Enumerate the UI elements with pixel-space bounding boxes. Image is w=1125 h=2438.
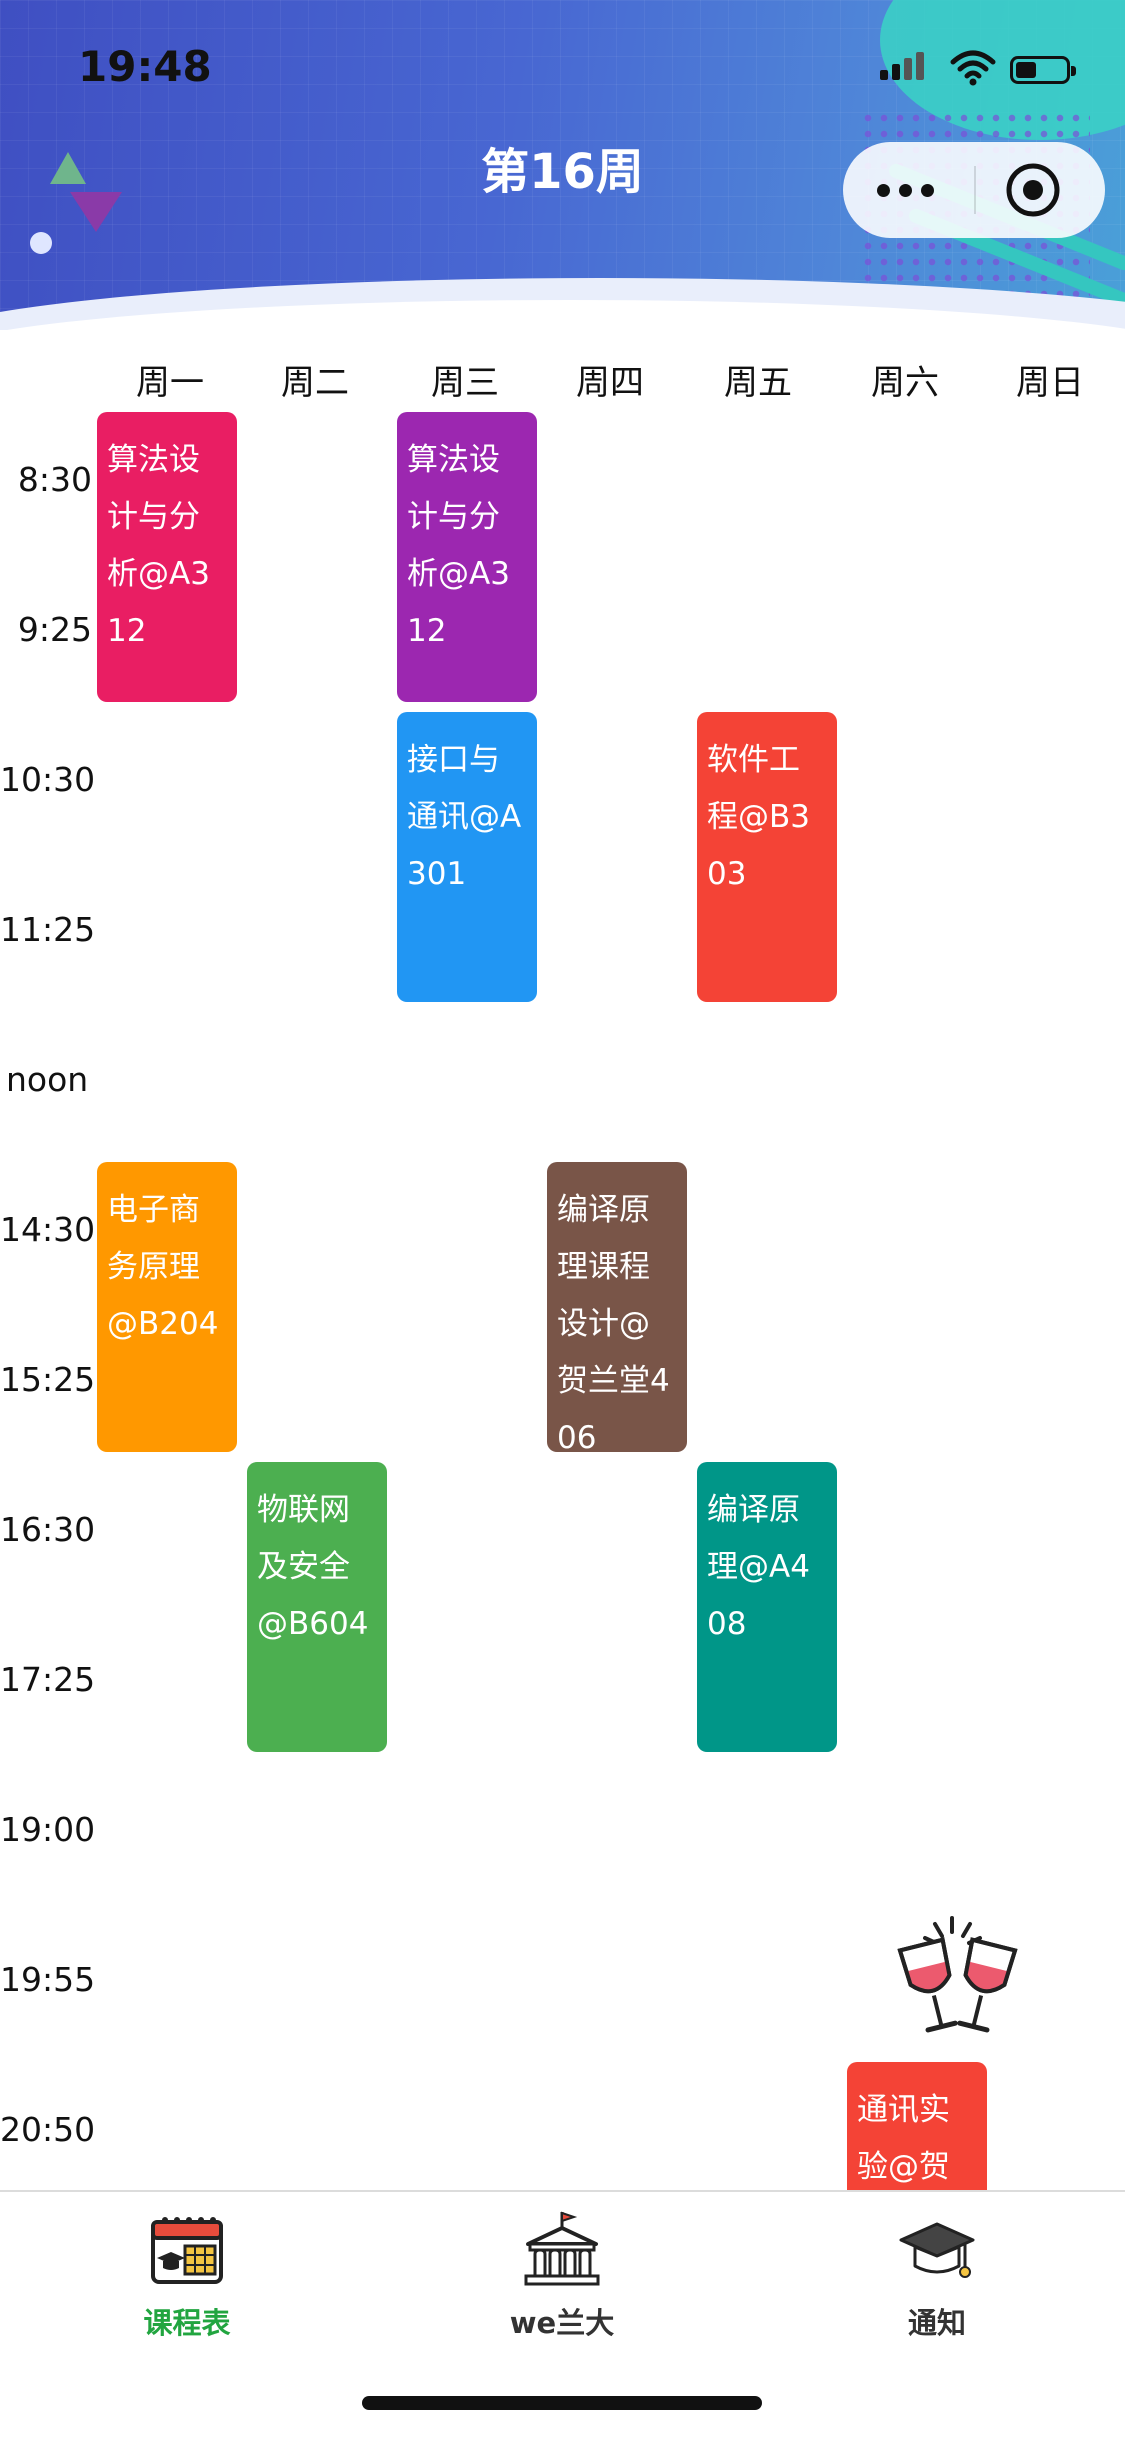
day-header-mon: 周一 [136, 363, 204, 403]
mini-program-capsule [843, 142, 1105, 238]
course-block[interactable]: 软件工程@B303 [697, 712, 837, 1002]
capsule-divider [974, 166, 976, 214]
tab-we-landa-label: we兰大 [509, 2306, 615, 2340]
day-header-sat: 周六 [871, 363, 939, 403]
time-label: 19:00 [0, 1810, 96, 1849]
tab-timetable-label: 课程表 [143, 2306, 231, 2340]
time-label-noon: noon [6, 1060, 89, 1099]
course-block[interactable]: 算法设计与分析@A312 [397, 412, 537, 702]
day-header-tue: 周二 [281, 363, 349, 403]
home-indicator [362, 2396, 762, 2410]
calendar-icon [151, 2217, 223, 2284]
tab-timetable[interactable]: 课程表 [87, 2210, 287, 2342]
more-options-icon[interactable] [873, 170, 953, 210]
time-label: 8:30 [17, 460, 92, 499]
course-block[interactable]: 算法设计与分析@A312 [97, 412, 237, 702]
time-label: 16:30 [0, 1510, 96, 1549]
tab-notice-label: 通知 [907, 2306, 966, 2340]
time-label: 11:25 [0, 910, 96, 949]
close-mini-program-icon[interactable] [1005, 162, 1061, 218]
time-label: 15:25 [0, 1360, 96, 1399]
time-label: 14:30 [0, 1210, 96, 1249]
time-label: 9:25 [17, 610, 92, 649]
graduation-cap-icon [899, 2222, 975, 2278]
status-bar-time: 19:48 [78, 42, 212, 91]
tab-we-landa[interactable]: we兰大 [462, 2210, 662, 2342]
university-building-icon [524, 2211, 600, 2286]
day-header-wed: 周三 [431, 363, 499, 403]
time-label: 10:30 [0, 760, 96, 799]
day-header-thu: 周四 [576, 363, 644, 403]
day-header-sun: 周日 [1016, 363, 1084, 403]
cheers-glasses-icon [897, 1916, 1018, 2033]
time-label: 19:55 [0, 1960, 96, 1999]
course-block[interactable]: 通讯实验@贺兰 [847, 2062, 987, 2202]
cellular-signal-icon [880, 52, 928, 80]
wifi-icon [950, 50, 996, 86]
course-block[interactable]: 电子商务原理@B204 [97, 1162, 237, 1452]
battery-icon [1010, 56, 1076, 84]
course-block[interactable]: 物联网及安全@B604 [247, 1462, 387, 1752]
course-block[interactable]: 接口与通讯@A301 [397, 712, 537, 1002]
circle-decoration [30, 232, 52, 254]
time-label: 20:50 [0, 2110, 96, 2149]
day-header-fri: 周五 [724, 363, 792, 403]
tab-notice[interactable]: 通知 [837, 2210, 1037, 2342]
course-block[interactable]: 编译原理课程设计@贺兰堂406 [547, 1162, 687, 1452]
course-block[interactable]: 编译原理@A408 [697, 1462, 837, 1752]
header-banner: 19:48 第16周 [0, 0, 1125, 330]
time-label: 17:25 [0, 1660, 96, 1699]
